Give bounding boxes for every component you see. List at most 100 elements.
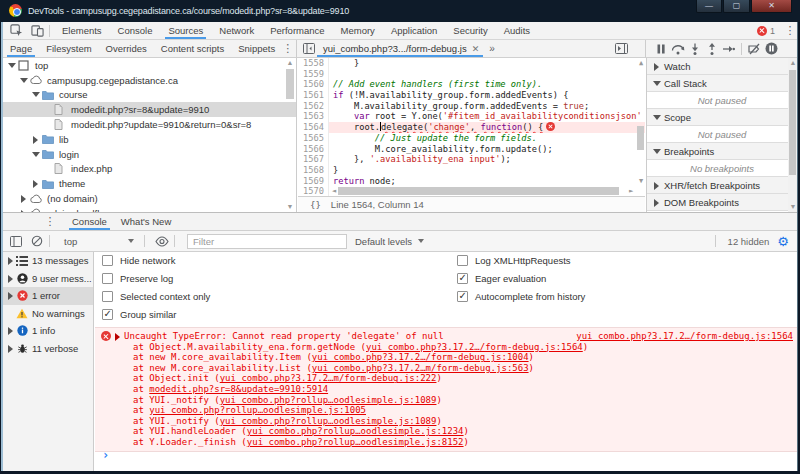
scroll-up-icon[interactable]: ▲ (286, 59, 294, 67)
stack-frame-link[interactable]: yui_combo.php?3.17.2…/form-debug.js:1564 (366, 342, 583, 352)
stack-frame-link[interactable]: yui_combo.php?rollup…oodlesimple.js:8152 (247, 437, 464, 447)
stack-frame-link[interactable]: yui_combo.php?3.17.2…m/form-debug.js:222 (220, 373, 437, 383)
drawer-tab-console[interactable]: Console (65, 213, 114, 230)
stack-frame-link[interactable]: yui_combo.php?3.17.2…m/form-debug.js:563 (312, 363, 529, 373)
navtab-page[interactable]: Page (3, 40, 39, 57)
navtab-overrides[interactable]: Overrides (99, 40, 154, 57)
line-number[interactable]: 1567 (298, 154, 329, 165)
tree-open-arrow-icon[interactable] (31, 150, 40, 159)
close-button[interactable]: ✕ (751, 0, 792, 13)
console-prompt-chevron[interactable]: › (95, 448, 109, 462)
context-selector[interactable]: top (54, 236, 140, 247)
tree-item[interactable]: modedit.php?update=9910&return=0&sr=8 (3, 117, 296, 132)
clear-console-icon[interactable] (29, 234, 45, 248)
console-filter-verbose[interactable]: 11 verbose (3, 340, 93, 358)
console-filter-list[interactable]: 13 messages (3, 252, 93, 270)
checkbox-checked-icon[interactable] (102, 309, 113, 320)
checkbox-unchecked-icon[interactable] (457, 255, 468, 266)
debugger-section-xhr-fetch-breakpoints[interactable]: XHR/fetch Breakpoints (647, 177, 797, 194)
step-icon[interactable] (720, 42, 737, 56)
section-collapsed-arrow-icon[interactable] (652, 62, 661, 71)
debugger-section-scope[interactable]: Scope (647, 109, 797, 126)
tab-network[interactable]: Network (211, 22, 262, 39)
hide-navigator-icon[interactable] (301, 42, 317, 56)
tree-closed-arrow-icon[interactable] (6, 274, 15, 283)
debugger-section-watch[interactable]: Watch (647, 58, 797, 75)
tree-item[interactable]: index.php (3, 162, 296, 177)
scroll-down-icon[interactable]: ▼ (789, 203, 797, 211)
console-filter-info[interactable]: 1 info (3, 322, 93, 340)
line-number[interactable]: 1562 (298, 101, 329, 112)
stack-frame-link[interactable]: modedit.php?sr=8&update=9910:5914 (149, 384, 328, 394)
scroll-right-icon[interactable]: ► (627, 187, 635, 195)
line-number[interactable]: 1564 (298, 122, 329, 133)
step-out-icon[interactable] (703, 42, 720, 56)
step-over-icon[interactable] (669, 42, 686, 56)
error-badge-icon[interactable] (757, 26, 767, 36)
stack-frame-link[interactable]: yui_combo.php?rollup…oodlesimple.js:1089 (220, 395, 437, 405)
navigator-scrollbar[interactable]: ▲ ▼ (285, 58, 295, 212)
log-levels-selector[interactable]: Default levels (355, 236, 424, 247)
tree-closed-arrow-icon[interactable] (6, 326, 15, 335)
tab-elements[interactable]: Elements (54, 22, 110, 39)
show-drawer-icon[interactable] (613, 42, 629, 56)
filter-input[interactable]: Filter (187, 234, 347, 249)
expand-arrow-icon[interactable] (115, 333, 120, 341)
debugger-scrollbar[interactable]: ▲ ▼ (788, 58, 797, 212)
tree-item[interactable]: modedit.php?sr=8&update=9910 (3, 102, 296, 117)
line-number[interactable]: 1566 (298, 144, 329, 155)
line-number[interactable]: 1558 (298, 58, 329, 69)
scrollbar-thumb[interactable] (637, 126, 644, 150)
console-settings-gear-icon[interactable]: ⚙ (777, 234, 789, 249)
scrollbar-thumb[interactable] (286, 69, 294, 99)
stack-frame-link[interactable]: yui_combo.php?rollup…oodlesimple.js:1234 (247, 426, 464, 436)
scrollbar-thumb[interactable] (338, 187, 619, 195)
tab-console[interactable]: Console (110, 22, 161, 39)
checkbox-checked-icon[interactable] (457, 273, 468, 284)
section-collapsed-arrow-icon[interactable] (652, 181, 661, 190)
navigator-menu-icon[interactable]: ⋮ (282, 42, 293, 55)
tree-open-arrow-icon[interactable] (31, 90, 40, 99)
stack-frame-link[interactable]: yui_combo.php?rollup…oodlesimple.js:1005 (149, 405, 366, 415)
section-collapsed-arrow-icon[interactable] (652, 198, 661, 207)
debugger-section-dom-breakpoints[interactable]: DOM Breakpoints (647, 194, 797, 211)
scrollbar-thumb[interactable] (789, 70, 796, 175)
checkbox-unchecked-icon[interactable] (102, 291, 113, 302)
tab-application[interactable]: Application (383, 22, 445, 39)
tree-closed-arrow-icon[interactable] (31, 179, 40, 188)
tree-closed-arrow-icon[interactable] (19, 194, 28, 203)
checkbox-hide-network[interactable]: Hide network (102, 255, 175, 266)
drawer-tab-what-s-new[interactable]: What's New (114, 213, 178, 230)
debugger-section-breakpoints[interactable]: Breakpoints (647, 143, 797, 160)
tree-item[interactable]: theme (3, 176, 296, 191)
section-expanded-arrow-icon[interactable] (652, 147, 661, 156)
minimize-button[interactable]: — (696, 0, 722, 13)
maximize-button[interactable]: ▢ (723, 0, 750, 13)
pause-on-exceptions-icon[interactable] (763, 42, 780, 56)
console-filter-error[interactable]: 1 error (3, 287, 93, 305)
error-source-link[interactable]: yui_combo.php?3.17.2…/form-debug.js:1564 (576, 331, 793, 342)
console-filter-user[interactable]: 9 user mess... (3, 270, 93, 288)
scroll-down-icon[interactable]: ▼ (286, 203, 294, 211)
editor-hscrollbar[interactable]: ◄ ► (330, 186, 635, 196)
drawer-menu-icon[interactable]: ⋮ (43, 215, 57, 228)
tree-item[interactable]: (no domain) (3, 191, 296, 206)
tab-audits[interactable]: Audits (496, 22, 538, 39)
checkbox-autocomplete-from-history[interactable]: Autocomplete from history (457, 291, 585, 302)
tab-memory[interactable]: Memory (333, 22, 383, 39)
section-expanded-arrow-icon[interactable] (652, 113, 661, 122)
tree-closed-arrow-icon[interactable] (6, 344, 15, 353)
tree-item[interactable]: lib (3, 132, 296, 147)
line-number[interactable]: 1568 (298, 165, 329, 176)
deactivate-breakpoints-icon[interactable] (746, 42, 763, 56)
stack-frame-link[interactable]: yui_combo.php?3.17.2…/form-debug.js:1004 (312, 352, 529, 362)
tree-open-arrow-icon[interactable] (19, 76, 28, 85)
navtab-content-scripts[interactable]: Content scripts (154, 40, 231, 57)
tree-item[interactable]: top (3, 58, 296, 73)
tree-item[interactable]: course (3, 88, 296, 103)
inspect-icon[interactable] (8, 24, 24, 38)
checkbox-unchecked-icon[interactable] (102, 273, 113, 284)
line-number[interactable]: 1563 (298, 111, 329, 122)
editor-tab[interactable]: yui_combo.php?3.../form-debug.js ✕ (317, 40, 483, 57)
tree-closed-arrow-icon[interactable] (31, 135, 40, 144)
